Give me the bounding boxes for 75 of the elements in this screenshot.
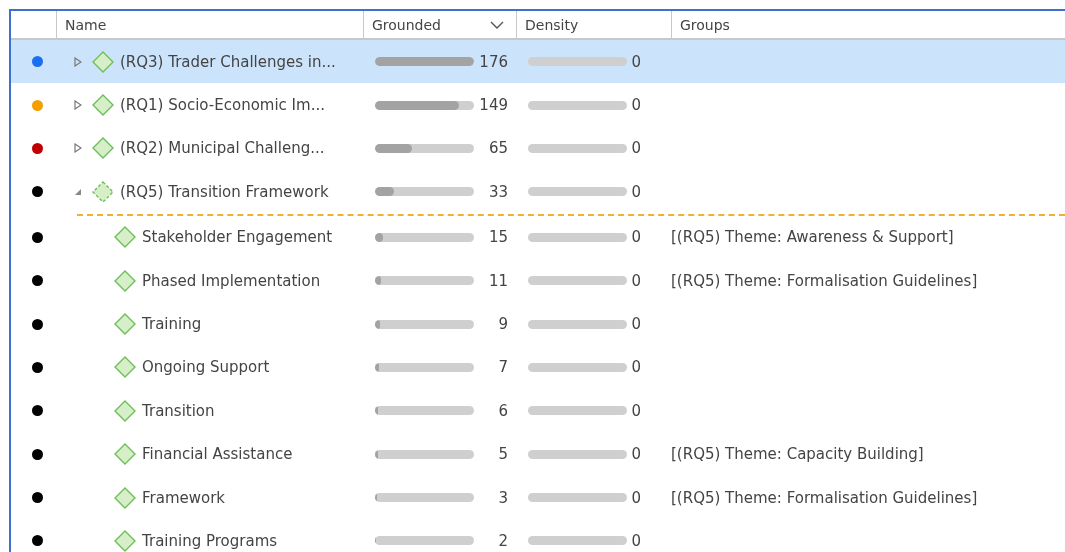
code-row[interactable]: (RQ2) Municipal Challeng... 65 0 [11, 126, 1065, 171]
code-row[interactable]: Training Programs 2 0 [11, 519, 1065, 552]
density-count: 0 [630, 532, 641, 550]
code-name: Training Programs [142, 532, 278, 550]
code-name: Transition [142, 401, 215, 420]
code-icon [92, 137, 114, 160]
code-row[interactable]: Financial Assistance 5 0 [(RQ5) Theme: Capacity Building] [11, 432, 1065, 476]
column-header[interactable]: Groups [671, 11, 1065, 38]
code-name: Stakeholder Engagement [142, 228, 333, 247]
code-icon [114, 530, 136, 552]
grounded-count: 7 [497, 358, 508, 377]
code-row[interactable]: Ongoing Support 7 0 [11, 345, 1065, 390]
code-row[interactable]: Training 9 0 [11, 302, 1065, 346]
grounded-count: 149 [478, 96, 508, 115]
column-label: Groups [680, 16, 730, 33]
code-row[interactable]: (RQ3) Trader Challenges in... 176 0 [11, 40, 1065, 84]
column-label: Density [525, 16, 579, 33]
code-name: (RQ3) Trader Challenges in... [120, 52, 336, 71]
grounded-count: 176 [478, 52, 508, 71]
code-row[interactable]: Framework 3 0 [(RQ5) Theme: Formalisation Guidelines] [11, 475, 1065, 520]
code-row[interactable]: (RQ5) Transition Framework 33 0 [11, 170, 1065, 214]
expand-triangle-icon[interactable] [74, 56, 82, 67]
density-count: 0 [630, 488, 641, 507]
code-name: (RQ5) Transition Framework [120, 182, 329, 201]
grounded-count: 2 [497, 532, 508, 550]
code-name: (RQ2) Municipal Challeng... [120, 139, 325, 158]
groups-text: [(RQ5) Theme: Awareness & Support] [671, 228, 954, 247]
expand-triangle-icon[interactable] [74, 143, 82, 154]
code-row[interactable]: Phased Implementation 11 0 [(RQ5) Theme: Formalisation Guidelines] [11, 258, 1065, 303]
column-header[interactable]: Grounded [363, 11, 516, 38]
density-count: 0 [630, 315, 641, 334]
code-icon [92, 94, 114, 117]
density-count: 0 [630, 228, 641, 247]
code-name: Framework [142, 488, 226, 507]
code-row[interactable]: Stakeholder Engagement 15 0 [(RQ5) Theme: Awareness & Support] [11, 215, 1065, 259]
code-icon [114, 486, 136, 509]
density-count: 0 [630, 445, 641, 464]
density-count: 0 [630, 52, 641, 71]
code-group-icon [92, 180, 114, 203]
density-count: 0 [630, 271, 641, 290]
density-count: 0 [630, 139, 641, 158]
grounded-count: 3 [497, 488, 508, 507]
column-label: Name [65, 16, 107, 33]
code-row[interactable]: Transition 6 0 [11, 389, 1065, 433]
code-icon [114, 226, 136, 249]
code-icon [92, 50, 114, 73]
code-row[interactable]: (RQ1) Socio-Economic Im... 149 0 [11, 83, 1065, 127]
grounded-count: 6 [497, 401, 508, 420]
groups-text: [(RQ5) Theme: Capacity Building] [671, 445, 924, 464]
grounded-count: 11 [487, 271, 508, 290]
code-name: Ongoing Support [142, 358, 270, 377]
code-name: Training [142, 315, 202, 334]
density-count: 0 [630, 401, 641, 420]
column-header[interactable]: Density [516, 11, 671, 38]
groups-text: [(RQ5) Theme: Formalisation Guidelines] [671, 271, 978, 290]
code-icon [114, 313, 136, 336]
grounded-count: 5 [497, 445, 508, 464]
density-count: 0 [630, 96, 641, 115]
code-icon [114, 443, 136, 466]
grounded-count: 15 [487, 228, 508, 247]
code-icon [114, 356, 136, 379]
column-label: Grounded [372, 16, 441, 33]
grounded-count: 33 [487, 182, 508, 201]
code-name: Phased Implementation [142, 271, 321, 290]
grounded-count: 9 [497, 315, 508, 334]
density-count: 0 [630, 182, 641, 201]
code-name: (RQ1) Socio-Economic Im... [120, 96, 325, 115]
code-icon [114, 399, 136, 422]
grounded-count: 65 [487, 139, 508, 158]
column-header[interactable]: Name [56, 11, 363, 38]
groups-text: [(RQ5) Theme: Formalisation Guidelines] [671, 488, 978, 507]
code-name: Financial Assistance [142, 445, 293, 464]
code-icon [114, 269, 136, 292]
expand-triangle-icon[interactable] [74, 100, 82, 111]
density-count: 0 [630, 358, 641, 377]
